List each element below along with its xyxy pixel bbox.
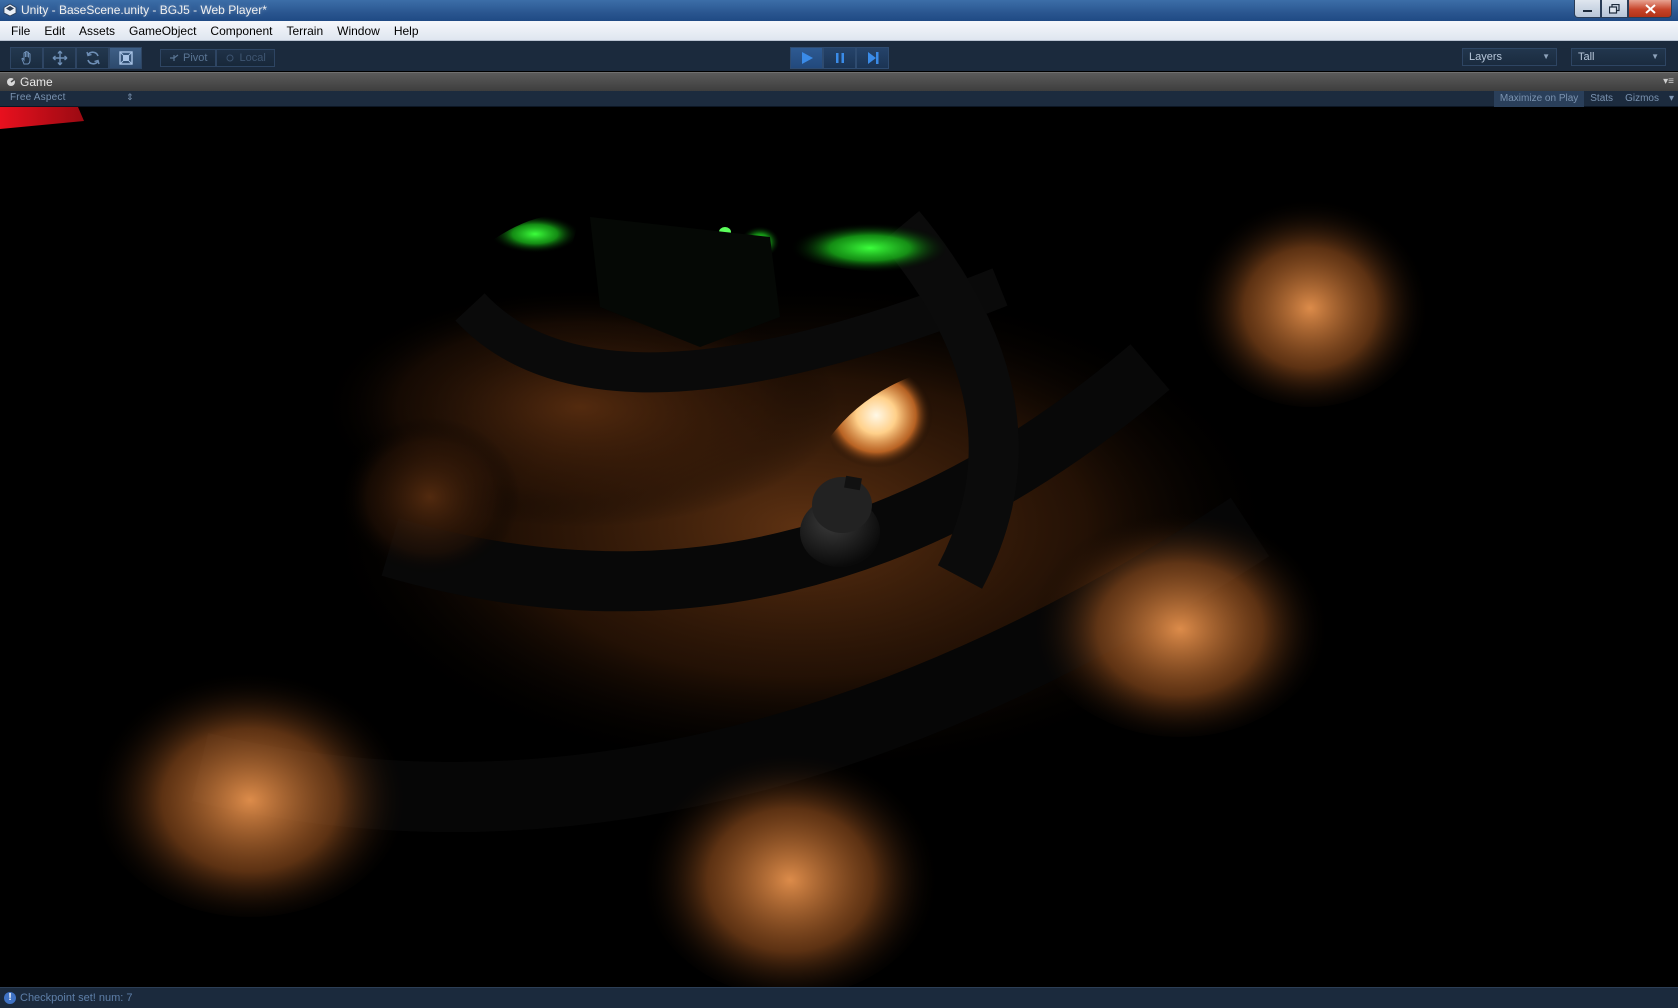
close-button[interactable] bbox=[1628, 0, 1672, 18]
menu-bar: File Edit Assets GameObject Component Te… bbox=[0, 21, 1678, 41]
minimize-icon bbox=[1583, 10, 1592, 12]
rotate-tool-button[interactable] bbox=[76, 47, 109, 69]
pivot-toggle-group: Pivot Local bbox=[160, 49, 275, 67]
tab-game-label: Game bbox=[20, 75, 53, 89]
playback-controls bbox=[790, 47, 889, 69]
move-tool-button[interactable] bbox=[43, 47, 76, 69]
menu-assets[interactable]: Assets bbox=[72, 21, 122, 41]
game-viewport[interactable] bbox=[0, 107, 1678, 987]
step-icon bbox=[867, 52, 878, 64]
pivot-button[interactable]: Pivot bbox=[160, 49, 217, 67]
rotate-icon bbox=[85, 51, 100, 65]
pivot-label: Pivot bbox=[183, 52, 208, 64]
close-icon bbox=[1644, 3, 1656, 14]
menu-file[interactable]: File bbox=[4, 21, 37, 41]
aspect-dropdown[interactable]: Free Aspect bbox=[10, 92, 66, 103]
game-panel-header: Game ▾≡ bbox=[0, 72, 1678, 91]
chevron-down-icon: ▼ bbox=[1542, 52, 1550, 61]
game-options-bar: Free Aspect ⇕ Maximize on Play Stats Giz… bbox=[0, 91, 1678, 107]
transform-tools bbox=[10, 47, 142, 69]
play-icon bbox=[801, 52, 813, 64]
chevron-updown-icon: ⇕ bbox=[126, 92, 134, 102]
layout-dropdown[interactable]: Tall ▼ bbox=[1571, 48, 1666, 66]
local-icon bbox=[226, 54, 234, 62]
panel-menu-icon[interactable]: ▾≡ bbox=[1663, 76, 1674, 87]
health-marker bbox=[0, 107, 84, 129]
minimize-button[interactable] bbox=[1574, 0, 1601, 18]
hand-icon bbox=[20, 51, 30, 65]
local-label: Local bbox=[239, 52, 266, 64]
layers-label: Layers bbox=[1469, 51, 1503, 63]
play-button[interactable] bbox=[790, 47, 823, 69]
window-title: Unity - BaseScene.unity - BGJ5 - Web Pla… bbox=[21, 3, 267, 17]
game-scene bbox=[0, 107, 1430, 987]
unity-logo-icon bbox=[3, 3, 17, 17]
menu-window[interactable]: Window bbox=[330, 21, 387, 41]
status-message[interactable]: Checkpoint set! num: 7 bbox=[20, 992, 133, 1004]
menu-edit[interactable]: Edit bbox=[37, 21, 72, 41]
stats-toggle[interactable]: Stats bbox=[1584, 91, 1619, 107]
layers-dropdown[interactable]: Layers ▼ bbox=[1462, 48, 1557, 66]
move-icon bbox=[52, 50, 67, 66]
step-button[interactable] bbox=[856, 47, 889, 69]
scale-icon bbox=[118, 51, 133, 65]
restore-button[interactable] bbox=[1601, 0, 1628, 18]
menu-component[interactable]: Component bbox=[203, 21, 279, 41]
gizmos-dropdown[interactable]: Gizmos bbox=[1619, 91, 1665, 107]
hand-tool-button[interactable] bbox=[10, 47, 43, 69]
menu-gameobject[interactable]: GameObject bbox=[122, 21, 203, 41]
game-controller-icon bbox=[7, 78, 16, 86]
menu-help[interactable]: Help bbox=[387, 21, 426, 41]
menu-terrain[interactable]: Terrain bbox=[279, 21, 330, 41]
chevron-down-icon: ▼ bbox=[1651, 52, 1659, 61]
pivot-icon bbox=[170, 54, 179, 61]
pause-button[interactable] bbox=[823, 47, 856, 69]
tab-game[interactable]: Game bbox=[6, 75, 53, 89]
local-button[interactable]: Local bbox=[216, 49, 275, 67]
window-titlebar: Unity - BaseScene.unity - BGJ5 - Web Pla… bbox=[0, 0, 1678, 21]
chevron-down-icon: ▾ bbox=[1668, 93, 1674, 104]
status-bar: ! Checkpoint set! num: 7 bbox=[0, 987, 1678, 1008]
layout-label: Tall bbox=[1578, 51, 1595, 63]
restore-icon bbox=[1609, 3, 1620, 14]
scale-tool-button[interactable] bbox=[109, 47, 142, 69]
maximize-on-play-toggle[interactable]: Maximize on Play bbox=[1493, 91, 1585, 107]
pause-icon bbox=[835, 53, 844, 63]
main-toolbar: Pivot Local Layers ▼ Tall ▼ bbox=[0, 41, 1678, 71]
info-icon: ! bbox=[4, 992, 16, 1004]
